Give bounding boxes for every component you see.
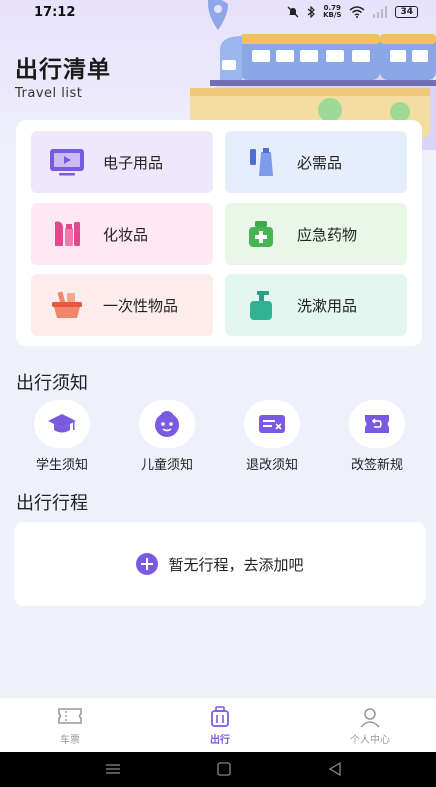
plus-icon — [136, 553, 159, 575]
category-label: 化妆品 — [103, 225, 149, 244]
toiletries-icon — [243, 144, 279, 180]
basket-icon — [49, 287, 85, 323]
cosmetics-icon — [49, 216, 85, 252]
category-wash[interactable]: 洗漱用品 — [225, 274, 407, 336]
ticket-icon — [20, 706, 120, 728]
category-label: 应急药物 — [297, 225, 358, 244]
notice-reschedule[interactable]: 改签新规 — [337, 400, 417, 473]
trip-section-title: 出行行程 — [16, 493, 88, 514]
category-card: 电子用品 必需品 化妆品 应急药物 一次性物品 洗漱用品 — [16, 120, 422, 346]
trip-empty-text: 暂无行程，去添加吧 — [168, 555, 304, 574]
trip-card: 暂无行程，去添加吧 — [14, 522, 426, 606]
child-face-icon — [139, 400, 195, 448]
menu-icon[interactable] — [103, 761, 123, 777]
page-subtitle: Travel list — [15, 86, 83, 101]
tv-icon — [49, 144, 85, 180]
bottom-tab-bar: 车票 出行 个人中心 — [0, 697, 436, 753]
category-label: 一次性物品 — [103, 296, 179, 315]
person-icon — [320, 706, 420, 728]
tab-label: 出行 — [210, 735, 230, 746]
category-label: 必需品 — [297, 153, 343, 172]
graduation-cap-icon — [34, 400, 90, 448]
system-nav-bar — [0, 752, 436, 787]
tab-label: 个人中心 — [350, 735, 390, 746]
medicine-kit-icon — [243, 216, 279, 252]
notice-refund[interactable]: 退改须知 — [232, 400, 312, 473]
soap-bottle-icon — [243, 287, 279, 323]
notice-label: 改签新规 — [350, 458, 403, 473]
notice-section-title: 出行须知 — [16, 373, 88, 394]
home-icon[interactable] — [214, 761, 234, 777]
notice-label: 退改须知 — [245, 458, 298, 473]
category-label: 电子用品 — [103, 153, 164, 172]
tab-tickets[interactable]: 车票 — [20, 698, 120, 753]
category-label: 洗漱用品 — [297, 296, 358, 315]
category-medicine[interactable]: 应急药物 — [225, 203, 407, 265]
tab-label: 车票 — [60, 735, 80, 746]
refund-ticket-icon — [244, 400, 300, 448]
back-icon[interactable] — [325, 761, 345, 777]
category-cosmetics[interactable]: 化妆品 — [31, 203, 213, 265]
tab-travel[interactable]: 出行 — [170, 698, 270, 753]
notice-child[interactable]: 儿童须知 — [127, 400, 207, 473]
category-essentials[interactable]: 必需品 — [225, 131, 407, 193]
notice-label: 学生须知 — [35, 458, 88, 473]
page-title: 出行清单 — [15, 57, 111, 83]
category-electronics[interactable]: 电子用品 — [31, 131, 213, 193]
tab-profile[interactable]: 个人中心 — [320, 698, 420, 753]
luggage-icon — [170, 706, 270, 728]
notice-student[interactable]: 学生须知 — [22, 400, 102, 473]
notice-label: 儿童须知 — [140, 458, 193, 473]
status-time: 17:12 — [34, 5, 76, 20]
category-disposables[interactable]: 一次性物品 — [31, 274, 213, 336]
reschedule-ticket-icon — [349, 400, 405, 448]
add-trip-button[interactable]: 暂无行程，去添加吧 — [136, 553, 304, 575]
